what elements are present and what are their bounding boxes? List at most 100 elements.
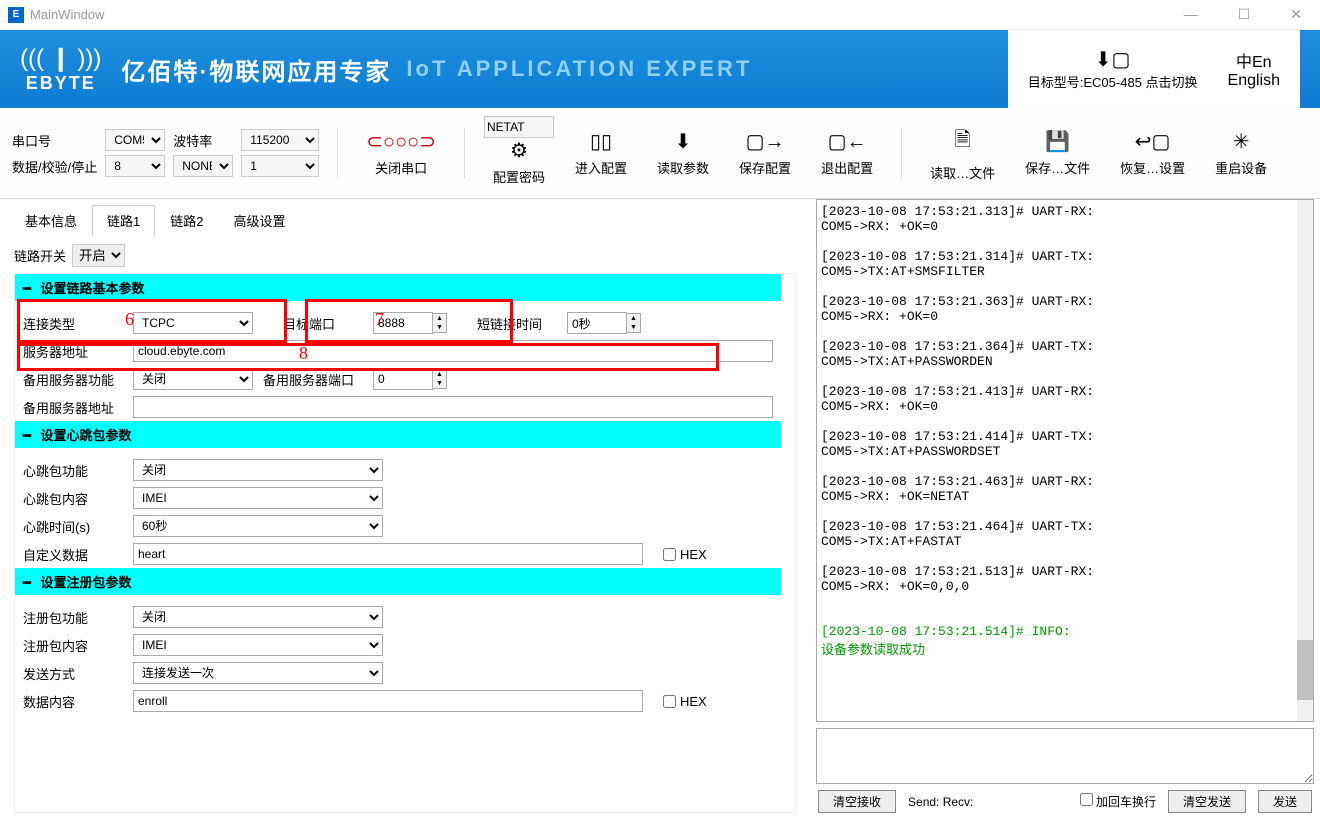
save-icon: ▢→ (746, 129, 785, 154)
annotation-8: 8 (299, 343, 308, 364)
reboot-icon: ✳ (1233, 129, 1250, 154)
section-heartbeat: 设置心跳包参数 (15, 421, 781, 448)
save-config-button[interactable]: ▢→保存配置 (729, 125, 801, 181)
log-output[interactable]: [2023-10-08 17:53:21.313]# UART-RX: COM5… (816, 199, 1314, 722)
reg-mode-label: 发送方式 (23, 664, 123, 683)
exit-icon: ▢← (828, 129, 867, 154)
conn-type-select[interactable]: TCPC (133, 312, 253, 334)
spin-up[interactable]: ▲ (433, 370, 446, 379)
backup-addr-input[interactable] (133, 396, 773, 418)
spin-down[interactable]: ▼ (433, 379, 446, 388)
hb-content-select[interactable]: IMEI (133, 487, 383, 509)
minimize-button[interactable]: — (1174, 6, 1208, 23)
reg-hex-checkbox[interactable] (663, 695, 676, 708)
hb-func-select[interactable]: 关闭 (133, 459, 383, 481)
banner: ((( ❙ ))) EBYTE 亿佰特·物联网应用专家 IoT APPLICAT… (0, 30, 1320, 108)
port-label: 串口号 (12, 131, 97, 150)
data-select[interactable]: 8 (105, 155, 165, 177)
file-save-icon: 💾 (1045, 129, 1070, 154)
reboot-label: 重启设备 (1215, 158, 1267, 177)
enter-config-button[interactable]: ▯▯进入配置 (565, 125, 637, 181)
clear-recv-button[interactable]: 清空接收 (818, 790, 896, 813)
hb-custom-input[interactable] (133, 543, 643, 565)
tab-content: 链路开关 开启 设置链路基本参数 连接类型 TCPC 目标端口 ▲▼ 短链接时间 (0, 236, 810, 819)
reg-content-label: 注册包内容 (23, 636, 123, 655)
download-icon: ⬇ (675, 129, 692, 154)
target-port-spinner[interactable]: ▲▼ (373, 312, 447, 334)
reg-mode-select[interactable]: 连接发送一次 (133, 662, 383, 684)
read-params-button[interactable]: ⬇读取参数 (647, 125, 719, 181)
gear-icon: ⚙ (510, 138, 528, 163)
right-pane: [2023-10-08 17:53:21.313]# UART-RX: COM5… (810, 199, 1320, 819)
spin-down[interactable]: ▼ (627, 323, 640, 332)
send-button[interactable]: 发送 (1258, 790, 1312, 813)
link-switch-select[interactable]: 开启 (72, 244, 125, 267)
window-buttons: — ☐ ✕ (1174, 6, 1312, 23)
lang-label: English (1228, 72, 1280, 90)
port-select[interactable]: COM5 (105, 129, 165, 151)
bottom-bar: 清空接收 Send: Recv: 加回车换行 清空发送 发送 (816, 784, 1314, 813)
baud-select[interactable]: 115200 (241, 129, 319, 151)
cfg-pwd-button[interactable]: ⚙ 配置密码 (483, 138, 555, 190)
backup-server-label: 备用服务器功能 (23, 370, 123, 389)
restore-button[interactable]: ↩▢ 恢复…设置 (1110, 125, 1195, 181)
reg-data-input[interactable] (133, 690, 643, 712)
language-button[interactable]: 中En English (1228, 48, 1280, 90)
brand-text: EBYTE (26, 73, 96, 94)
maximize-button[interactable]: ☐ (1228, 6, 1261, 23)
download-icon: ⬇▢ (1095, 47, 1131, 72)
read-file-button[interactable]: 🗎读取…文件 (920, 121, 1005, 186)
netat-input[interactable] (484, 116, 554, 138)
toolbar: 串口号 COM5 波特率 115200 数据/校验/停止 8 NONE 1 ⊂○… (0, 108, 1320, 199)
parity-select[interactable]: NONE (173, 155, 233, 177)
form-scroll[interactable]: 设置链路基本参数 连接类型 TCPC 目标端口 ▲▼ 短链接时间 ▲ (14, 273, 796, 813)
tab-link2[interactable]: 链路2 (155, 205, 218, 236)
tab-basic-info[interactable]: 基本信息 (10, 205, 92, 236)
server-addr-label: 服务器地址 (23, 342, 123, 361)
section-register: 设置注册包参数 (15, 568, 781, 595)
reg-content-select[interactable]: IMEI (133, 634, 383, 656)
target-model-button[interactable]: ⬇▢ 目标型号:EC05-485 点击切换 (1028, 47, 1198, 91)
short-time-input[interactable] (567, 312, 627, 334)
titlebar: E MainWindow — ☐ ✕ (0, 0, 1320, 30)
reg-data-label: 数据内容 (23, 692, 123, 711)
restore-icon: ↩▢ (1135, 129, 1171, 154)
annotation-7: 7 (375, 309, 384, 330)
lang-icon: 中En (1236, 48, 1272, 72)
backup-server-select[interactable]: 关闭 (133, 368, 253, 390)
hb-content-label: 心跳包内容 (23, 489, 123, 508)
short-time-spinner[interactable]: ▲▼ (567, 312, 641, 334)
close-button[interactable]: ✕ (1280, 6, 1312, 23)
spin-up[interactable]: ▲ (627, 314, 640, 323)
backup-port-input[interactable] (373, 368, 433, 390)
close-serial-button[interactable]: ⊂○○○⊃ 关闭串口 (356, 125, 446, 181)
backup-port-label: 备用服务器端口 (263, 370, 363, 389)
serial-port-icon: ⊂○○○⊃ (366, 129, 436, 154)
crlf-checkbox[interactable] (1080, 793, 1093, 806)
target-model-label: 目标型号:EC05-485 点击切换 (1028, 72, 1198, 91)
reg-func-select[interactable]: 关闭 (133, 606, 383, 628)
stop-select[interactable]: 1 (241, 155, 319, 177)
reboot-button[interactable]: ✳ 重启设备 (1205, 125, 1277, 181)
spin-up[interactable]: ▲ (433, 314, 446, 323)
send-input[interactable] (816, 728, 1314, 784)
clear-send-button[interactable]: 清空发送 (1168, 790, 1246, 813)
log-scrollbar[interactable] (1297, 200, 1313, 721)
spin-down[interactable]: ▼ (433, 323, 446, 332)
save-file-button[interactable]: 💾保存…文件 (1015, 125, 1100, 181)
restore-label: 恢复…设置 (1120, 158, 1185, 177)
window-title: MainWindow (30, 7, 104, 22)
tabs: 基本信息 链路1 链路2 高级设置 (0, 199, 810, 236)
hb-time-select[interactable]: 60秒 (133, 515, 383, 537)
baud-label: 波特率 (173, 131, 233, 150)
tab-link1[interactable]: 链路1 (92, 205, 155, 236)
hb-custom-label: 自定义数据 (23, 545, 123, 564)
log-scroll-thumb[interactable] (1297, 640, 1313, 700)
short-time-label: 短链接时间 (477, 314, 557, 333)
server-addr-input[interactable] (133, 340, 773, 362)
backup-port-spinner[interactable]: ▲▼ (373, 368, 447, 390)
exit-config-button[interactable]: ▢←退出配置 (811, 125, 883, 181)
read-file-label: 读取…文件 (930, 163, 995, 182)
hb-hex-checkbox[interactable] (663, 548, 676, 561)
tab-advanced[interactable]: 高级设置 (218, 205, 300, 236)
